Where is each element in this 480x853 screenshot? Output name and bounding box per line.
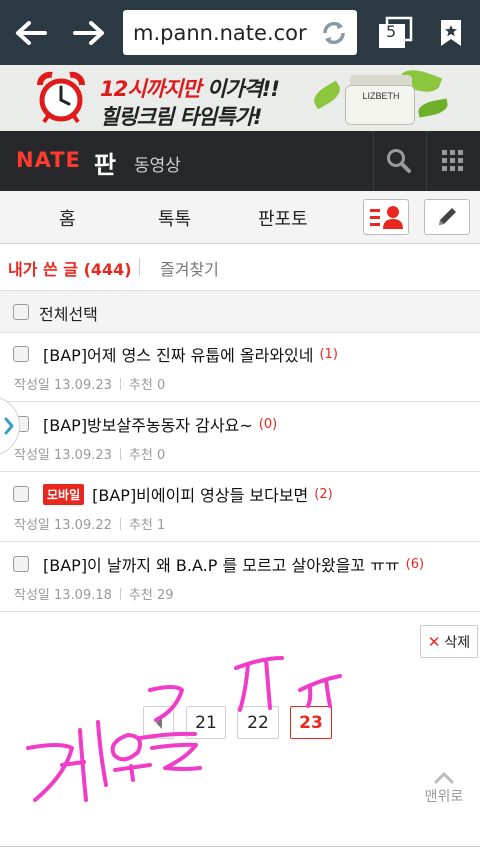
back-to-top-button[interactable]: 맨위로 (418, 772, 470, 806)
tab-count: 5 (386, 22, 397, 41)
page-link[interactable]: 21 (186, 706, 226, 739)
close-icon: ✕ (427, 632, 441, 651)
chevron-right-icon (4, 417, 14, 435)
post-title-wrap: [BAP]이 날까지 왜 B.A.P 를 모르고 살아왔을꼬 ㅠㅠ (6) (43, 552, 424, 576)
my-posts-tabs: 내가 쓴 글 (444) 즐겨찾기 (0, 244, 480, 291)
bottom-divider (0, 846, 480, 847)
comment-count: (2) (314, 486, 333, 502)
meta-divider (119, 447, 121, 460)
post-date: 작성일 13.09.18 (14, 588, 112, 603)
bookmark-icon[interactable] (426, 0, 476, 65)
header-divider (426, 131, 427, 191)
write-button[interactable] (424, 199, 470, 235)
post-date: 작성일 13.09.22 (14, 518, 112, 533)
header-divider (373, 131, 374, 191)
post-date: 작성일 13.09.23 (14, 378, 112, 393)
select-all-row: 전체선택 (0, 291, 480, 333)
list-item[interactable]: [BAP]방보살주농동자 감사요~ (0) 작성일 13.09.23 추천 0 (0, 403, 480, 472)
nate-logo[interactable]: NATE (16, 148, 81, 172)
post-title-wrap: [BAP]어제 영스 진짜 유툽에 올라와있네 (1) (43, 342, 338, 366)
ad-banner[interactable]: 12시까지만 이가격!! 힐링크림 타임특가! LIZBETH (0, 65, 480, 131)
post-meta: 작성일 13.09.18 추천 29 (14, 584, 174, 603)
meta-divider (119, 587, 121, 600)
grid-menu-icon[interactable] (442, 150, 464, 172)
leaf-decoration (310, 80, 344, 110)
chevron-up-icon (434, 772, 454, 784)
tab-divider (139, 258, 140, 276)
user-list-icon (370, 206, 403, 229)
post-checkbox[interactable] (13, 346, 29, 362)
meta-divider (119, 377, 121, 390)
list-item[interactable]: [BAP]이 날까지 왜 B.A.P 를 모르고 살아왔을꼬 ㅠㅠ (6) 작성… (0, 543, 480, 612)
post-recommend: 추천 0 (128, 378, 166, 393)
prev-page-button[interactable] (143, 706, 174, 739)
post-title[interactable]: [BAP]비에이피 영상들 보다보면 (92, 482, 308, 506)
url-text: m.pann.nate.cor (133, 20, 307, 45)
post-title[interactable]: [BAP]이 날까지 왜 B.A.P 를 모르고 살아왔을꼬 ㅠㅠ (43, 552, 400, 576)
mobile-badge: 모바일 (43, 483, 85, 505)
delete-label: 삭제 (444, 634, 471, 651)
post-meta: 작성일 13.09.22 추천 1 (14, 514, 165, 533)
page-link-current[interactable]: 23 (290, 706, 332, 739)
triangle-left-icon (155, 716, 162, 729)
comment-count: (6) (405, 556, 425, 572)
ad-headline: 12시까지만 이가격!! (100, 73, 280, 103)
search-icon[interactable] (386, 148, 412, 174)
list-item[interactable]: 모바일 [BAP]비에이피 영상들 보다보면 (2) 작성일 13.09.22 … (0, 473, 480, 542)
leaf-decoration (417, 98, 449, 118)
site-header: NATE 판 동영상 (0, 131, 480, 191)
select-all-label: 전체선택 (39, 305, 98, 324)
post-checkbox[interactable] (13, 486, 29, 502)
post-title[interactable]: [BAP]방보살주농동자 감사요~ (43, 412, 253, 436)
page-link[interactable]: 22 (237, 706, 279, 739)
comment-count: (0) (258, 416, 278, 432)
back-arrow-icon[interactable] (6, 0, 56, 65)
page-root: m.pann.nate.cor 5 12시까지만 이가격!! 힐링크림 타임특가… (0, 0, 480, 853)
tab-home[interactable]: 홈 (59, 205, 76, 231)
alarm-clock-icon (37, 71, 85, 124)
comment-count: (1) (319, 346, 338, 362)
post-recommend: 추천 1 (128, 518, 166, 533)
list-item[interactable]: [BAP]어제 영스 진짜 유툽에 올라와있네 (1) 작성일 13.09.23… (0, 333, 480, 402)
video-link[interactable]: 동영상 (134, 151, 181, 176)
forward-arrow-icon[interactable] (64, 0, 114, 65)
post-title[interactable]: [BAP]어제 영스 진짜 유툽에 올라와있네 (43, 342, 313, 366)
ad-brand: LIZBETH (362, 91, 400, 101)
pencil-icon (439, 208, 456, 225)
post-recommend: 추천 0 (128, 448, 166, 463)
select-all-checkbox[interactable] (13, 304, 29, 320)
browser-toolbar: m.pann.nate.cor 5 (0, 0, 480, 65)
post-date: 작성일 13.09.23 (14, 448, 112, 463)
post-recommend: 추천 29 (128, 588, 174, 603)
post-title-wrap: [BAP]방보살주농동자 감사요~ (0) (43, 412, 277, 436)
post-checkbox[interactable] (13, 556, 29, 572)
refresh-icon[interactable] (314, 12, 354, 54)
tab-favorites[interactable]: 즐겨찾기 (160, 256, 219, 280)
post-meta: 작성일 13.09.23 추천 0 (14, 444, 165, 463)
ad-headline-red: 12시까지만 (100, 77, 202, 101)
pan-title[interactable]: 판 (94, 145, 116, 180)
ad-subline: 힐링크림 타임특가! (100, 105, 262, 129)
main-tabs: 홈 톡톡 판포토 (0, 191, 480, 244)
meta-divider (119, 517, 121, 530)
my-page-button[interactable] (363, 199, 409, 235)
ad-headline-dark: 이가격!! (206, 77, 280, 101)
post-title-wrap: 모바일 [BAP]비에이피 영상들 보다보면 (2) (43, 482, 333, 506)
tab-panphoto[interactable]: 판포토 (258, 205, 308, 231)
back-to-top-label: 맨위로 (424, 789, 464, 805)
delete-button[interactable]: ✕ 삭제 (420, 625, 478, 658)
tabs-button[interactable]: 5 (370, 0, 420, 65)
tab-my-posts[interactable]: 내가 쓴 글 (444) (8, 256, 132, 280)
tab-toktok[interactable]: 톡톡 (158, 205, 191, 231)
post-meta: 작성일 13.09.23 추천 0 (14, 374, 165, 393)
